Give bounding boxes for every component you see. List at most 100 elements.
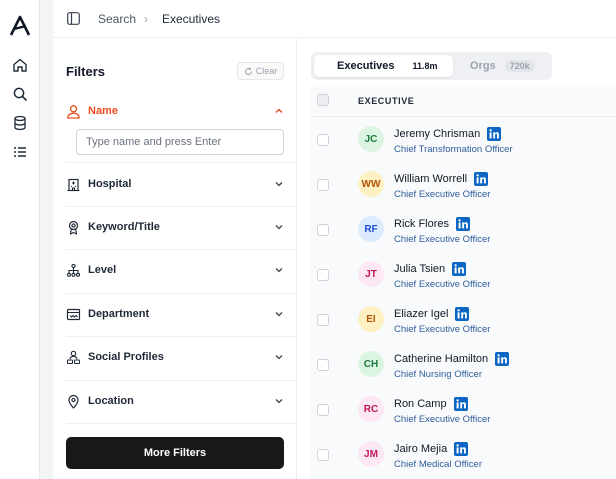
linkedin-icon[interactable]	[452, 262, 467, 276]
linkedin-icon[interactable]	[474, 172, 489, 186]
search-icon[interactable]	[12, 86, 28, 102]
row-checkbox[interactable]	[317, 449, 329, 461]
table-row[interactable]: EI Eliazer Igel Chief Executive Officer	[310, 298, 616, 343]
filter-department[interactable]: Department	[66, 304, 284, 324]
department-icon	[66, 308, 81, 320]
more-filters-label: More Filters	[143, 447, 207, 459]
chevron-down-icon	[275, 268, 283, 273]
table-row[interactable]: CH Catherine Hamilton Chief Nursing Office…	[310, 343, 616, 388]
filter-location-label: Location	[88, 395, 134, 407]
executive-name-text[interactable]: William Worrell	[394, 173, 467, 185]
filter-social-label: Social Profiles	[88, 351, 164, 363]
executive-name-text[interactable]: Eliazer Igel	[394, 308, 448, 320]
executive-name-text[interactable]: Catherine Hamilton	[394, 353, 488, 365]
filter-keyword-title[interactable]: Keyword/Title	[66, 217, 284, 237]
filter-hospital[interactable]: Hospital	[66, 174, 284, 194]
row-checkbox[interactable]	[317, 224, 329, 236]
linkedin-icon[interactable]	[487, 127, 502, 141]
linkedin-icon[interactable]	[454, 442, 469, 456]
executive-name[interactable]: Julia Tsien	[394, 262, 467, 276]
executive-title[interactable]: Chief Executive Officer	[394, 234, 490, 245]
executive-name[interactable]: William Worrell	[394, 172, 489, 186]
executive-name[interactable]: Eliazer Igel	[394, 307, 470, 321]
divider	[66, 206, 297, 207]
tab-executives[interactable]: Executives 11.8m	[314, 55, 453, 77]
executive-title[interactable]: Chief Transformation Officer	[394, 144, 513, 155]
table-row[interactable]: JC Jeremy Chrisman Chief Transformation Of…	[310, 118, 616, 163]
executive-title[interactable]: Chief Executive Officer	[394, 324, 490, 335]
table-row[interactable]: JM Jairo Mejia Chief Medical Officer	[310, 433, 616, 478]
table-row[interactable]: JT Julia Tsien Chief Executive Officer	[310, 253, 616, 298]
tab-orgs-count: 720k	[504, 60, 535, 72]
chevron-down-icon	[275, 312, 283, 317]
divider	[66, 293, 297, 294]
main-panel: Search › Executives Filters Clear Name T…	[53, 0, 616, 479]
executive-title[interactable]: Chief Nursing Officer	[394, 369, 482, 380]
location-pin-icon	[68, 394, 79, 409]
table-row[interactable]: RC Ron Camp Chief Executive Officer	[310, 388, 616, 433]
table-row[interactable]: WW William Worrell Chief Executive Officer	[310, 163, 616, 208]
clear-filters-button[interactable]: Clear	[237, 62, 284, 80]
result-type-toggle: Executives 11.8m Orgs 720k	[311, 52, 552, 80]
row-checkbox[interactable]	[317, 269, 329, 281]
filter-social-profiles[interactable]: Social Profiles	[66, 347, 284, 367]
executive-title[interactable]: Chief Executive Officer	[394, 414, 490, 425]
chevron-down-icon	[275, 182, 283, 187]
filters-title: Filters	[66, 64, 106, 79]
tab-orgs[interactable]: Orgs 720k	[470, 55, 550, 77]
app-logo-icon[interactable]	[9, 15, 31, 37]
filter-name-header[interactable]: Name	[66, 101, 284, 121]
row-checkbox[interactable]	[317, 404, 329, 416]
hierarchy-icon	[66, 263, 81, 277]
table-header: EXECUTIVE	[310, 85, 616, 117]
executive-title[interactable]: Chief Medical Officer	[394, 459, 482, 470]
breadcrumb-current: Executives	[162, 12, 221, 26]
filter-department-label: Department	[88, 308, 150, 320]
results-panel: Executives 11.8m Orgs 720k EXECUTIVE JC J…	[310, 52, 616, 479]
executive-name-text[interactable]: Rick Flores	[394, 218, 449, 230]
linkedin-icon[interactable]	[495, 352, 510, 366]
filter-keyword-label: Keyword/Title	[88, 221, 160, 233]
table-row[interactable]: RF Rick Flores Chief Executive Officer	[310, 208, 616, 253]
badge-icon	[68, 220, 79, 235]
divider	[66, 162, 297, 163]
more-filters-button[interactable]: More Filters	[66, 437, 284, 469]
chevron-down-icon	[275, 399, 283, 404]
reset-icon	[244, 67, 252, 75]
executive-name[interactable]: Jairo Mejia	[394, 442, 469, 456]
left-rail	[0, 0, 40, 479]
executive-name-text[interactable]: Julia Tsien	[394, 263, 445, 275]
filter-location[interactable]: Location	[66, 391, 284, 411]
filter-hospital-label: Hospital	[88, 178, 132, 190]
list-icon[interactable]	[12, 144, 28, 160]
database-icon[interactable]	[12, 115, 28, 131]
row-checkbox[interactable]	[317, 179, 329, 191]
linkedin-icon[interactable]	[456, 217, 471, 231]
row-checkbox[interactable]	[317, 314, 329, 326]
executive-name-text[interactable]: Jeremy Chrisman	[394, 128, 480, 140]
executive-name-text[interactable]: Ron Camp	[394, 398, 447, 410]
executive-name[interactable]: Rick Flores	[394, 217, 471, 231]
top-bar: Search › Executives	[53, 0, 616, 38]
filter-level[interactable]: Level	[66, 260, 284, 280]
executive-title[interactable]: Chief Executive Officer	[394, 279, 490, 290]
executive-name[interactable]: Catherine Hamilton	[394, 352, 510, 366]
executive-name-text[interactable]: Jairo Mejia	[394, 443, 447, 455]
linkedin-icon[interactable]	[455, 307, 470, 321]
executive-name[interactable]: Ron Camp	[394, 397, 468, 411]
name-search-input[interactable]	[76, 129, 284, 155]
avatar: RF	[358, 216, 384, 242]
executives-table: EXECUTIVE JC Jeremy Chrisman Chief Transfo…	[310, 85, 616, 479]
home-icon[interactable]	[12, 57, 28, 73]
row-checkbox[interactable]	[317, 134, 329, 146]
executive-title[interactable]: Chief Executive Officer	[394, 189, 490, 200]
person-icon	[67, 104, 80, 119]
row-checkbox[interactable]	[317, 359, 329, 371]
avatar: JM	[358, 441, 384, 467]
executive-name[interactable]: Jeremy Chrisman	[394, 127, 502, 141]
select-all-checkbox[interactable]	[317, 94, 329, 106]
linkedin-icon[interactable]	[453, 397, 468, 411]
breadcrumb-search[interactable]: Search	[98, 12, 136, 26]
sidebar-toggle-icon[interactable]	[67, 12, 80, 25]
chevron-down-icon	[275, 355, 283, 360]
